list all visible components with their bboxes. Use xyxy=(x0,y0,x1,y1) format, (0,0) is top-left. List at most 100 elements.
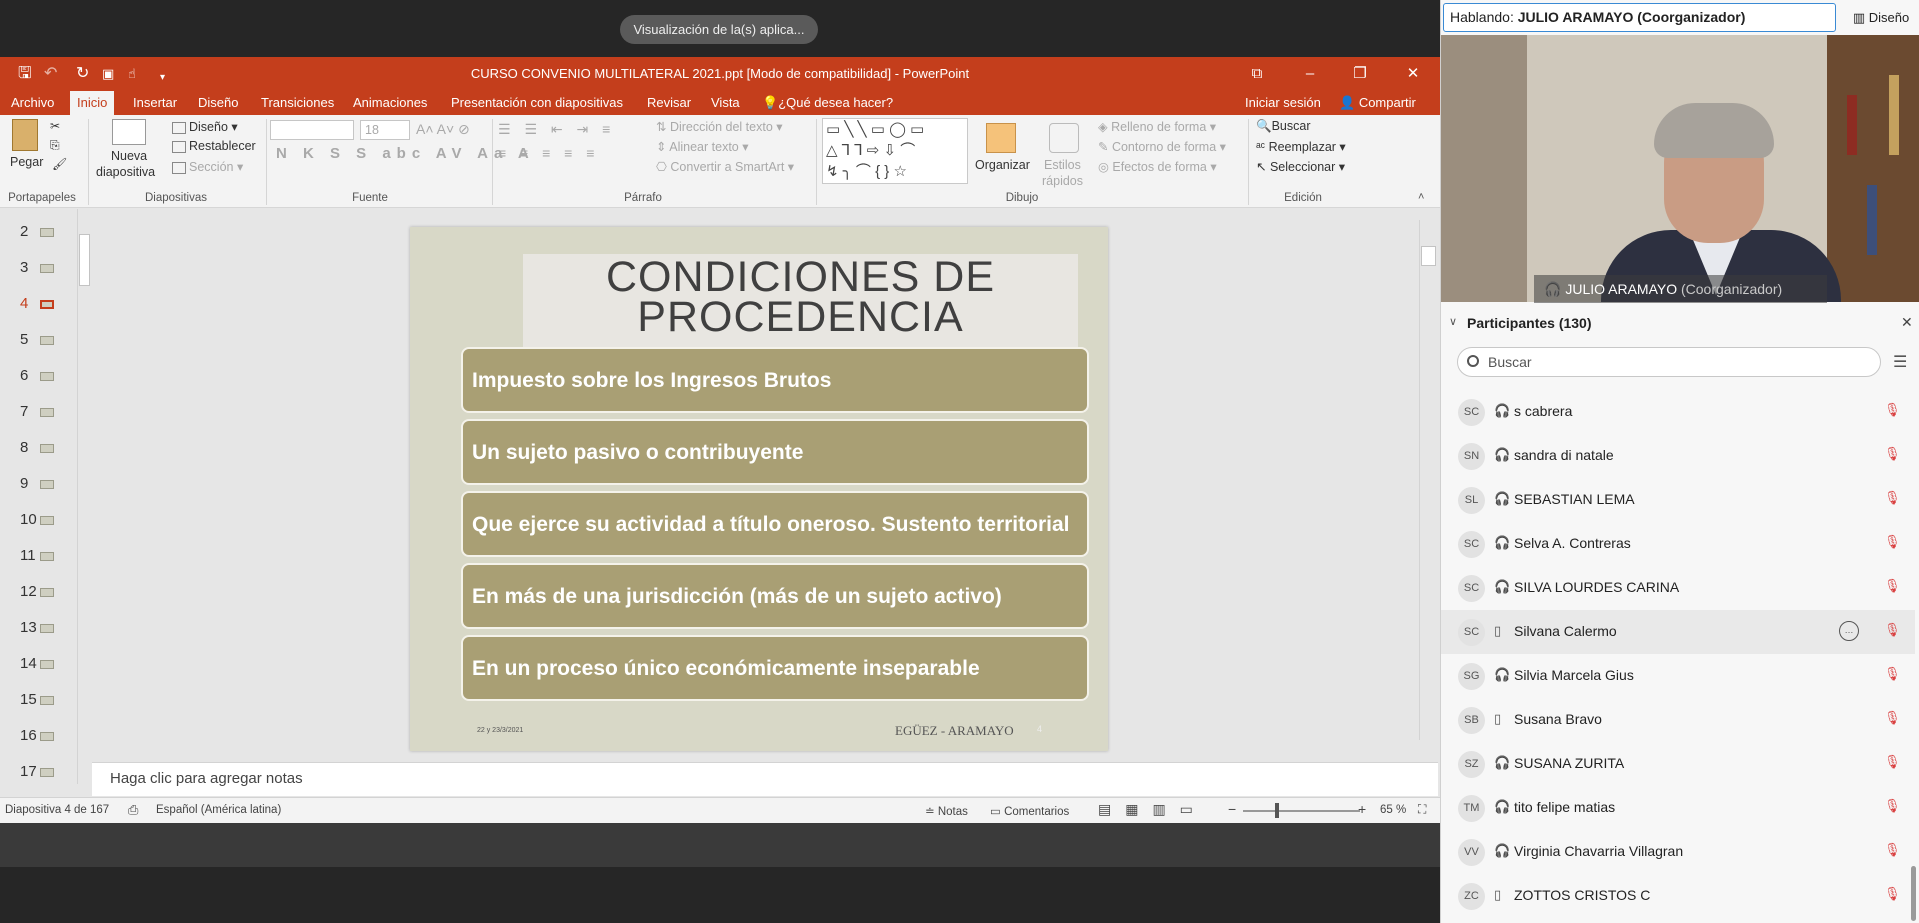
shape-effects-button[interactable]: ◎ Efectos de forma ▾ xyxy=(1098,159,1217,174)
muted-mic-icon[interactable]: 🎙 xyxy=(1884,754,1901,770)
ribbon-display-icon[interactable]: ⧉ xyxy=(1242,63,1272,85)
zoom-level[interactable]: 65 % xyxy=(1380,804,1406,816)
muted-mic-icon[interactable]: 🎙 xyxy=(1884,798,1901,814)
tab-transiciones[interactable]: Transiciones xyxy=(254,91,341,115)
fit-slide-icon[interactable]: ⛶ xyxy=(1418,802,1426,817)
slide-thumbnail[interactable]: 3 xyxy=(0,251,60,285)
slide-thumbnail[interactable]: 13 xyxy=(0,611,60,645)
participant-row[interactable]: TM 🎧 tito felipe matias 🎙 xyxy=(1441,786,1915,830)
slide-title[interactable]: CONDICIONES DE PROCEDENCIA xyxy=(523,256,1078,339)
close-icon[interactable]: ✕ xyxy=(1901,314,1913,331)
participant-row[interactable]: SL 🎧 SEBASTIAN LEMA 🎙 xyxy=(1441,478,1915,522)
thumbnail-scroll-thumb[interactable] xyxy=(79,234,90,286)
muted-mic-icon[interactable]: 🎙 xyxy=(1884,402,1901,418)
muted-mic-icon[interactable]: 🎙 xyxy=(1884,666,1901,682)
participant-search-input[interactable]: Buscar xyxy=(1457,347,1881,377)
slide-thumbnail[interactable]: 8 xyxy=(0,431,60,465)
minimize-icon[interactable]: – xyxy=(1295,63,1325,85)
spellcheck-icon[interactable]: ⎙ xyxy=(128,802,138,818)
tab-animaciones[interactable]: Animaciones xyxy=(346,91,434,115)
cut-icon[interactable]: ✂ xyxy=(50,119,60,133)
slide[interactable]: CONDICIONES DE PROCEDENCIA Impuesto sobr… xyxy=(410,227,1108,751)
sharing-banner[interactable]: Visualización de la(s) aplica... xyxy=(620,15,818,44)
collapse-ribbon-icon[interactable]: ˄ xyxy=(1418,191,1424,203)
slide-thumbnail[interactable]: 12 xyxy=(0,575,60,609)
arrange-icon[interactable] xyxy=(986,123,1016,153)
paste-icon[interactable] xyxy=(12,119,38,151)
slide-thumbnail[interactable]: 17 xyxy=(0,755,60,789)
quick-styles-label-1[interactable]: Estilos xyxy=(1044,158,1081,172)
layout-button[interactable]: Diseño ▾ xyxy=(172,119,238,134)
muted-mic-icon[interactable]: 🎙 xyxy=(1884,578,1901,594)
reset-button[interactable]: Restablecer xyxy=(172,139,256,153)
tab-inicio[interactable]: Inicio xyxy=(70,91,115,115)
zoom-slider-handle[interactable] xyxy=(1275,803,1279,818)
sign-in-link[interactable]: Iniciar sesión xyxy=(1238,91,1328,115)
close-icon[interactable]: ✕ xyxy=(1398,63,1428,85)
slide-thumbnail[interactable]: 14 xyxy=(0,647,60,681)
align-text-button[interactable]: ⇕ Alinear texto ▾ xyxy=(656,139,749,154)
slide-thumbnail[interactable]: 6 xyxy=(0,359,60,393)
new-slide-label-2[interactable]: diapositiva xyxy=(96,165,155,179)
format-painter-icon[interactable]: 🖌 xyxy=(52,157,67,171)
tab-archivo[interactable]: Archivo xyxy=(4,91,61,115)
align-icons[interactable]: ≡ ≡ ≡ ≡ ≡ xyxy=(498,145,599,161)
find-button[interactable]: 🔍Buscar xyxy=(1256,119,1310,134)
shape-fill-button[interactable]: ◈ Relleno de forma ▾ xyxy=(1098,119,1216,134)
tab-insertar[interactable]: Insertar xyxy=(126,91,184,115)
tab-diseno[interactable]: Diseño xyxy=(191,91,245,115)
zoom-out-icon[interactable]: − xyxy=(1228,801,1236,817)
list-icons[interactable]: ☰ ☰ ⇤ ⇥ ≡ xyxy=(498,121,615,138)
zoom-slider-track[interactable] xyxy=(1243,810,1360,812)
tab-presentacion[interactable]: Presentación con diapositivas xyxy=(444,91,630,115)
participant-row[interactable]: SZ 🎧 SUSANA ZURITA 🎙 xyxy=(1441,742,1915,786)
slide-scrollbar[interactable] xyxy=(1419,220,1437,740)
tab-vista[interactable]: Vista xyxy=(704,91,747,115)
slide-bullet[interactable]: En un proceso único económicamente insep… xyxy=(461,635,1089,701)
tell-me-search[interactable]: 💡¿Qué desea hacer? xyxy=(755,91,900,115)
slide-bullet[interactable]: Un sujeto pasivo o contribuyente xyxy=(461,419,1089,485)
participant-row[interactable]: SN 🎧 sandra di natale 🎙 xyxy=(1441,434,1915,478)
muted-mic-icon[interactable]: 🎙 xyxy=(1884,446,1901,462)
muted-mic-icon[interactable]: 🎙 xyxy=(1884,710,1901,726)
chevron-down-icon[interactable]: ∨ xyxy=(1449,315,1457,328)
participant-row[interactable]: SB ▯ Susana Bravo 🎙 xyxy=(1441,698,1915,742)
slide-thumbnail[interactable]: 2 xyxy=(0,215,60,249)
slide-bullet[interactable]: En más de una jurisdicción (más de un su… xyxy=(461,563,1089,629)
slide-thumbnail[interactable]: 15 xyxy=(0,683,60,717)
restore-icon[interactable]: ❐ xyxy=(1345,63,1375,85)
participant-row[interactable]: VV 🎧 Virginia Chavarria Villagran 🎙 xyxy=(1441,830,1915,874)
sort-icon[interactable]: ☰ xyxy=(1893,352,1907,372)
muted-mic-icon[interactable]: 🎙 xyxy=(1884,534,1901,550)
chat-icon[interactable]: … xyxy=(1839,621,1859,641)
smartart-button[interactable]: ⎔ Convertir a SmartArt ▾ xyxy=(656,159,794,174)
participant-row[interactable]: SC ▯ Silvana Calermo 🎙… xyxy=(1441,610,1915,654)
shape-outline-button[interactable]: ✎ Contorno de forma ▾ xyxy=(1098,139,1226,154)
slide-thumbnail[interactable]: 11 xyxy=(0,539,60,573)
slide-thumbnail[interactable]: 9 xyxy=(0,467,60,501)
participant-row[interactable]: ZC ▯ ZOTTOS CRISTOS C 🎙 xyxy=(1441,874,1915,918)
share-button[interactable]: 👤 Compartir xyxy=(1332,91,1423,115)
tab-revisar[interactable]: Revisar xyxy=(640,91,698,115)
participant-row[interactable]: SC 🎧 s cabrera 🎙 xyxy=(1441,390,1915,434)
muted-mic-icon[interactable]: 🎙 xyxy=(1884,842,1901,858)
slide-thumbnail[interactable]: 7 xyxy=(0,395,60,429)
notes-pane[interactable]: Haga clic para agregar notas xyxy=(92,762,1438,796)
arrange-button[interactable]: Organizar xyxy=(975,158,1030,172)
participant-row[interactable]: SG 🎧 Silvia Marcela Gius 🎙 xyxy=(1441,654,1915,698)
section-button[interactable]: Sección ▾ xyxy=(172,159,243,174)
language-status[interactable]: Español (América latina) xyxy=(156,804,281,816)
participant-row[interactable]: SC 🎧 SILVA LOURDES CARINA 🎙 xyxy=(1441,566,1915,610)
shapes-gallery[interactable]: ▭ ╲ ╲ ▭ ◯ ▭ △ ⅂ ⅂ ⇨ ⇩ ⌒ ↯ ╮ ⌒ { } ☆ xyxy=(822,118,968,184)
slide-bullet[interactable]: Impuesto sobre los Ingresos Brutos xyxy=(461,347,1089,413)
slide-thumbnail[interactable]: 4 xyxy=(0,287,60,321)
font-format-icons[interactable]: N K S S abc AV Aa A xyxy=(276,145,535,162)
muted-mic-icon[interactable]: 🎙 xyxy=(1884,490,1901,506)
zoom-in-icon[interactable]: + xyxy=(1358,801,1366,817)
new-slide-label-1[interactable]: Nueva xyxy=(111,149,147,163)
muted-mic-icon[interactable]: 🎙 xyxy=(1884,886,1901,902)
grow-font-icon[interactable]: A˄ A˅ ⊘ xyxy=(416,121,470,138)
replace-button[interactable]: ᵃᶜ Reemplazar ▾ xyxy=(1256,139,1346,154)
font-name-box[interactable] xyxy=(270,120,354,140)
comments-toggle[interactable]: ▭ Comentarios xyxy=(990,804,1069,818)
